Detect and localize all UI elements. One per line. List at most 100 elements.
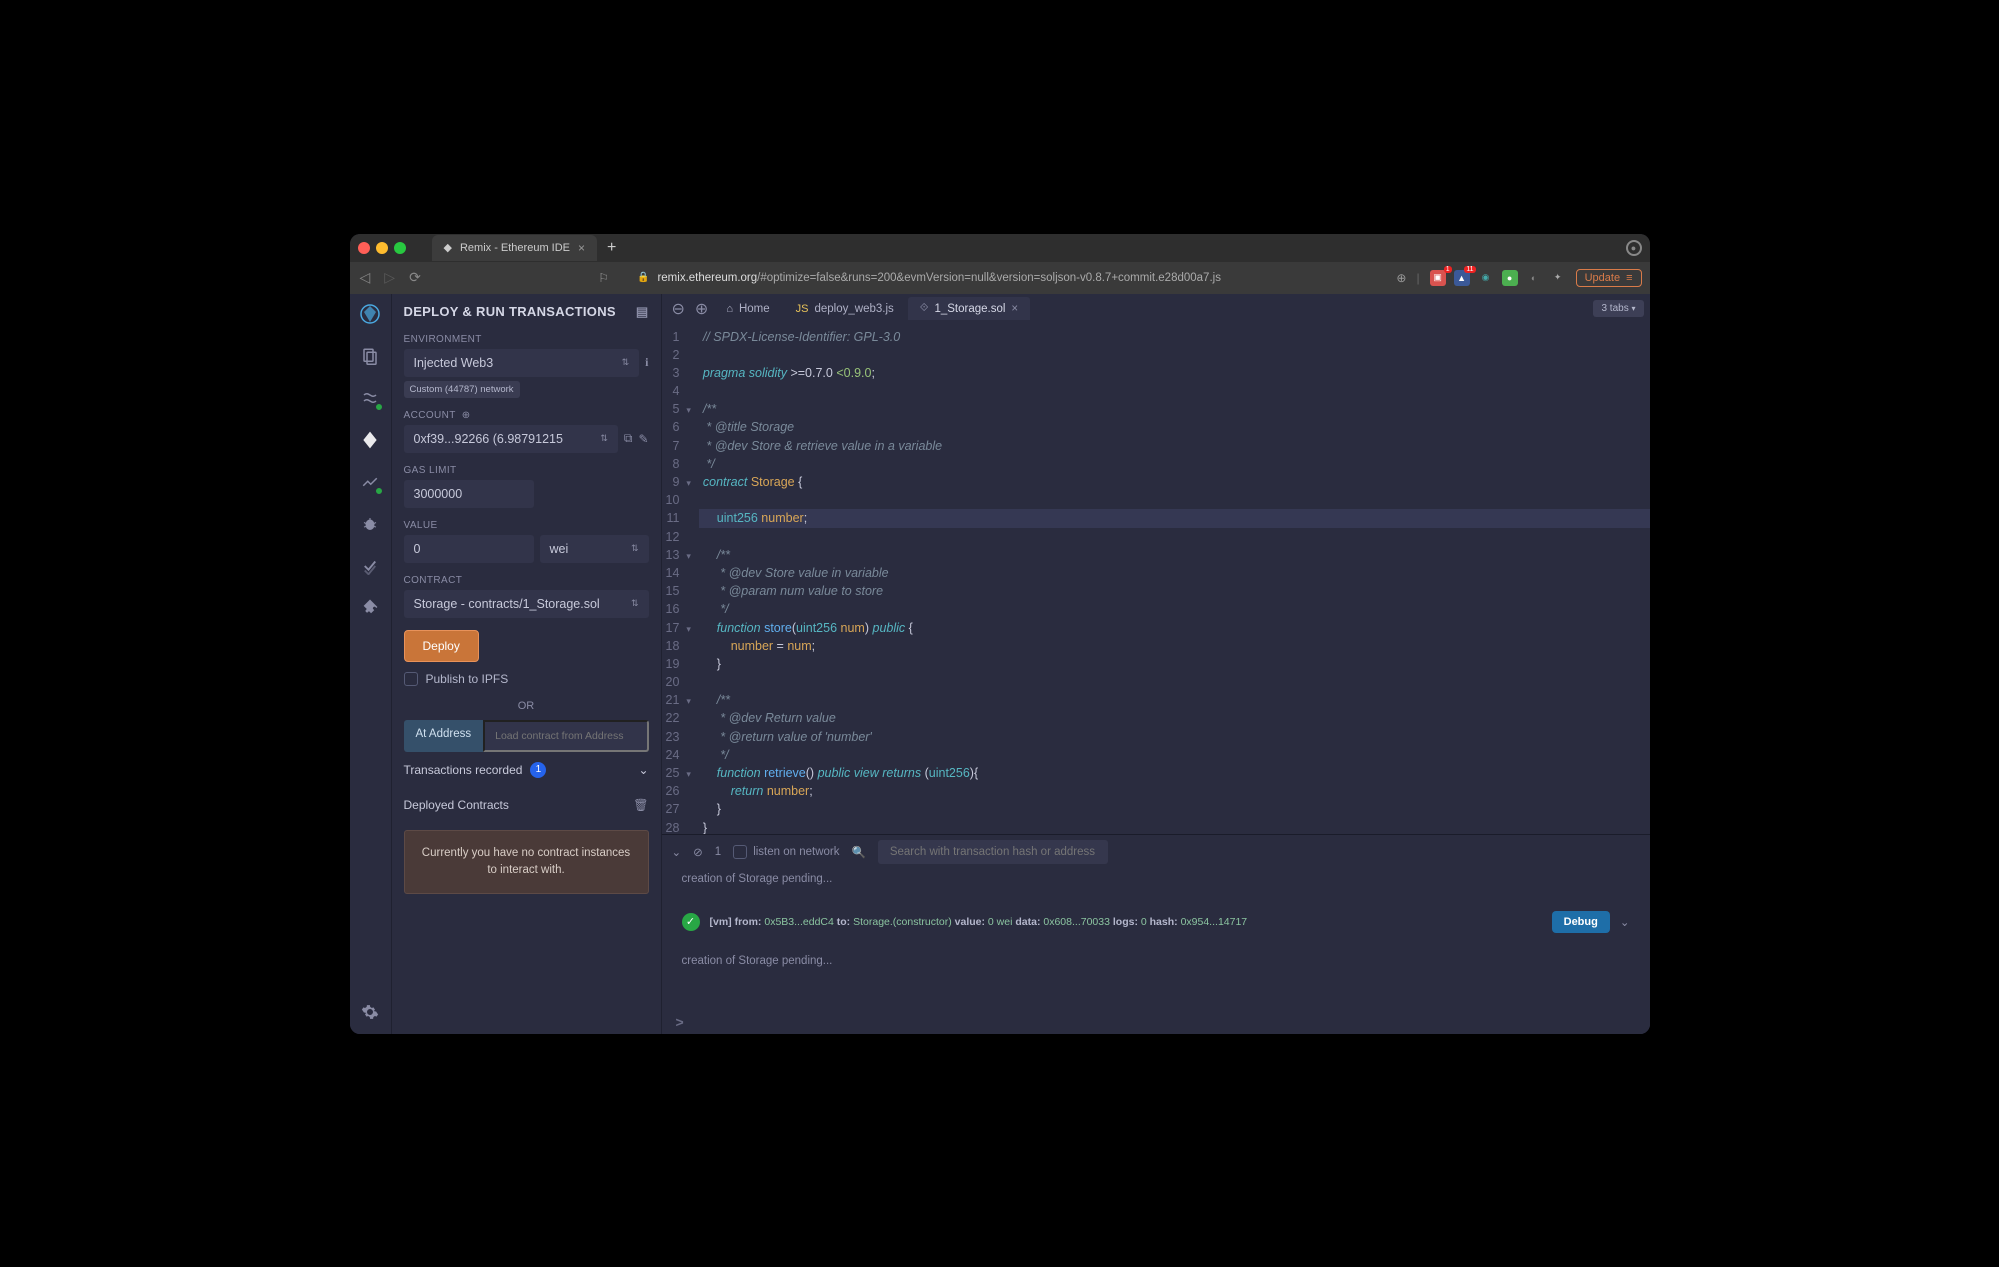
terminal-line: creation of Storage pending... <box>682 873 1630 885</box>
file-explorer-icon[interactable] <box>358 344 382 368</box>
success-check-icon: ✓ <box>682 913 700 931</box>
maximize-window[interactable] <box>394 242 406 254</box>
no-instances-message: Currently you have no contract instances… <box>404 830 649 895</box>
line-gutter: 1 2 3 4 5 ▾6 7 8 9 ▾10 11 12 13 ▾14 15 1… <box>662 324 699 834</box>
sol-file-icon: ⟐ <box>920 302 929 315</box>
publish-ipfs-label: Publish to IPFS <box>426 672 509 686</box>
tab-deploy-web3[interactable]: JS deploy_web3.js <box>784 298 906 320</box>
listen-network-checkbox[interactable] <box>733 845 747 859</box>
bookmark-icon[interactable]: ⚐ <box>598 271 609 285</box>
environment-label: ENVIRONMENT <box>404 334 649 345</box>
zoom-out-icon[interactable]: ⊖ <box>668 299 689 319</box>
extension-icon[interactable]: ● <box>1502 270 1518 286</box>
deployed-contracts-row[interactable]: Deployed Contracts 🗑 <box>404 788 649 822</box>
plugin-manager-icon[interactable] <box>358 596 382 620</box>
tabs-count-badge[interactable]: 3 tabs ▾ <box>1593 300 1643 317</box>
titlebar: ◆ Remix - Ethereum IDE × + ● <box>350 234 1650 262</box>
compiler-icon[interactable] <box>358 386 382 410</box>
environment-select[interactable]: Injected Web3 ⇅ <box>404 349 640 377</box>
terminal: ⌄ ⊘ 1 listen on network 🔍 creation of St… <box>662 834 1650 1034</box>
tab-storage-sol[interactable]: ⟐ 1_Storage.sol × <box>908 297 1030 320</box>
extension-icon[interactable]: ◐ <box>1526 270 1542 286</box>
menu-icon: ≡ <box>1626 272 1632 284</box>
editor-tabs: ⊖ ⊕ ⌂ Home JS deploy_web3.js ⟐ 1_Storage… <box>662 294 1650 324</box>
new-tab-button[interactable]: + <box>599 239 624 257</box>
at-address-input[interactable] <box>483 720 648 752</box>
close-tab-icon[interactable]: × <box>578 241 585 255</box>
gas-limit-input[interactable] <box>404 480 534 508</box>
collapse-terminal-icon[interactable]: ⌄ <box>672 845 682 859</box>
gas-limit-label: GAS LIMIT <box>404 465 649 476</box>
transactions-recorded-row[interactable]: Transactions recorded 1 ⌄ <box>404 752 649 788</box>
extension-brave-icon[interactable]: ▣1 <box>1430 270 1446 286</box>
transaction-row[interactable]: ✓ [vm] from: 0x5B3...eddC4 to: Storage.(… <box>682 901 1630 943</box>
home-icon: ⌂ <box>726 303 733 315</box>
or-divider: OR <box>404 700 649 712</box>
debugger-icon[interactable] <box>358 512 382 536</box>
lock-icon: 🔒 <box>637 272 649 283</box>
pending-count: 1 <box>715 846 721 858</box>
value-amount-input[interactable] <box>404 535 534 563</box>
edit-icon[interactable]: ✎ <box>638 432 648 446</box>
chevron-updown-icon: ⇅ <box>600 433 608 444</box>
favicon: ◆ <box>444 241 452 254</box>
contract-select[interactable]: Storage - contracts/1_Storage.sol ⇅ <box>404 590 649 618</box>
chevron-updown-icon: ⇅ <box>631 543 639 554</box>
network-badge: Custom (44787) network <box>404 381 520 398</box>
code-editor[interactable]: 1 2 3 4 5 ▾6 7 8 9 ▾10 11 12 13 ▾14 15 1… <box>662 324 1650 834</box>
panel-title: DEPLOY & RUN TRANSACTIONS ▤ <box>404 304 649 320</box>
deploy-button[interactable]: Deploy <box>404 630 479 662</box>
analytics-icon[interactable] <box>358 470 382 494</box>
minimize-window[interactable] <box>376 242 388 254</box>
tab-title: Remix - Ethereum IDE <box>460 242 570 254</box>
back-button[interactable]: ◁ <box>358 269 373 286</box>
chevron-down-icon: ⌄ <box>638 763 648 777</box>
close-tab-icon[interactable]: × <box>1011 303 1018 315</box>
extension-metamask-icon[interactable]: ▲11 <box>1454 270 1470 286</box>
incognito-icon: ● <box>1626 240 1642 256</box>
panel-settings-icon[interactable]: ▤ <box>636 304 649 320</box>
reload-button[interactable]: ⟳ <box>407 269 423 286</box>
listen-network-label: listen on network <box>753 846 839 858</box>
copy-icon[interactable]: ⧉ <box>624 431 633 446</box>
publish-ipfs-checkbox[interactable] <box>404 672 418 686</box>
terminal-line: creation of Storage pending... <box>682 955 1630 967</box>
js-file-icon: JS <box>796 303 809 315</box>
deploy-panel: DEPLOY & RUN TRANSACTIONS ▤ ENVIRONMENT … <box>392 294 662 1034</box>
clear-terminal-icon[interactable]: ⊘ <box>693 845 703 859</box>
remix-logo-icon[interactable] <box>358 302 382 326</box>
terminal-prompt[interactable]: > <box>662 1010 1650 1034</box>
close-window[interactable] <box>358 242 370 254</box>
contract-label: CONTRACT <box>404 575 649 586</box>
chevron-down-icon: ▾ <box>1631 304 1635 313</box>
iconbar <box>350 294 392 1034</box>
at-address-button[interactable]: At Address <box>404 720 484 752</box>
tx-count-badge: 1 <box>530 762 546 778</box>
search-icon[interactable]: 🔍 <box>851 845 865 859</box>
extensions-menu-icon[interactable]: ✦ <box>1550 270 1566 286</box>
account-select[interactable]: 0xf39...92266 (6.98791215 ⇅ <box>404 425 618 453</box>
add-account-icon[interactable]: ⊕ <box>462 410 471 421</box>
zoom-icon[interactable]: ⊕ <box>1396 271 1406 285</box>
chevron-updown-icon: ⇅ <box>631 598 639 609</box>
settings-icon[interactable] <box>358 1000 382 1024</box>
update-button[interactable]: Update ≡ <box>1576 269 1642 287</box>
info-icon[interactable]: i <box>645 355 648 370</box>
value-label: VALUE <box>404 520 649 531</box>
extension-icon[interactable]: ◉ <box>1478 270 1494 286</box>
value-unit-select[interactable]: wei ⇅ <box>540 535 649 563</box>
chevron-down-icon[interactable]: ⌄ <box>1620 915 1630 929</box>
chevron-updown-icon: ⇅ <box>622 357 630 368</box>
account-label: ACCOUNT ⊕ <box>404 410 649 421</box>
tab-home[interactable]: ⌂ Home <box>714 298 781 320</box>
urlbar: ◁ ▷ ⟳ ⚐ 🔒 remix.ethereum.org/#optimize=f… <box>350 262 1650 294</box>
debug-button[interactable]: Debug <box>1552 911 1610 933</box>
static-analysis-icon[interactable] <box>358 554 382 578</box>
trash-icon[interactable]: 🗑 <box>633 798 648 812</box>
browser-tab[interactable]: ◆ Remix - Ethereum IDE × <box>432 235 598 261</box>
address-bar[interactable]: ⚐ 🔒 remix.ethereum.org/#optimize=false&r… <box>433 271 1387 285</box>
forward-button[interactable]: ▷ <box>382 269 397 286</box>
deploy-icon[interactable] <box>358 428 382 452</box>
terminal-search-input[interactable] <box>878 840 1108 864</box>
zoom-in-icon[interactable]: ⊕ <box>691 299 712 319</box>
